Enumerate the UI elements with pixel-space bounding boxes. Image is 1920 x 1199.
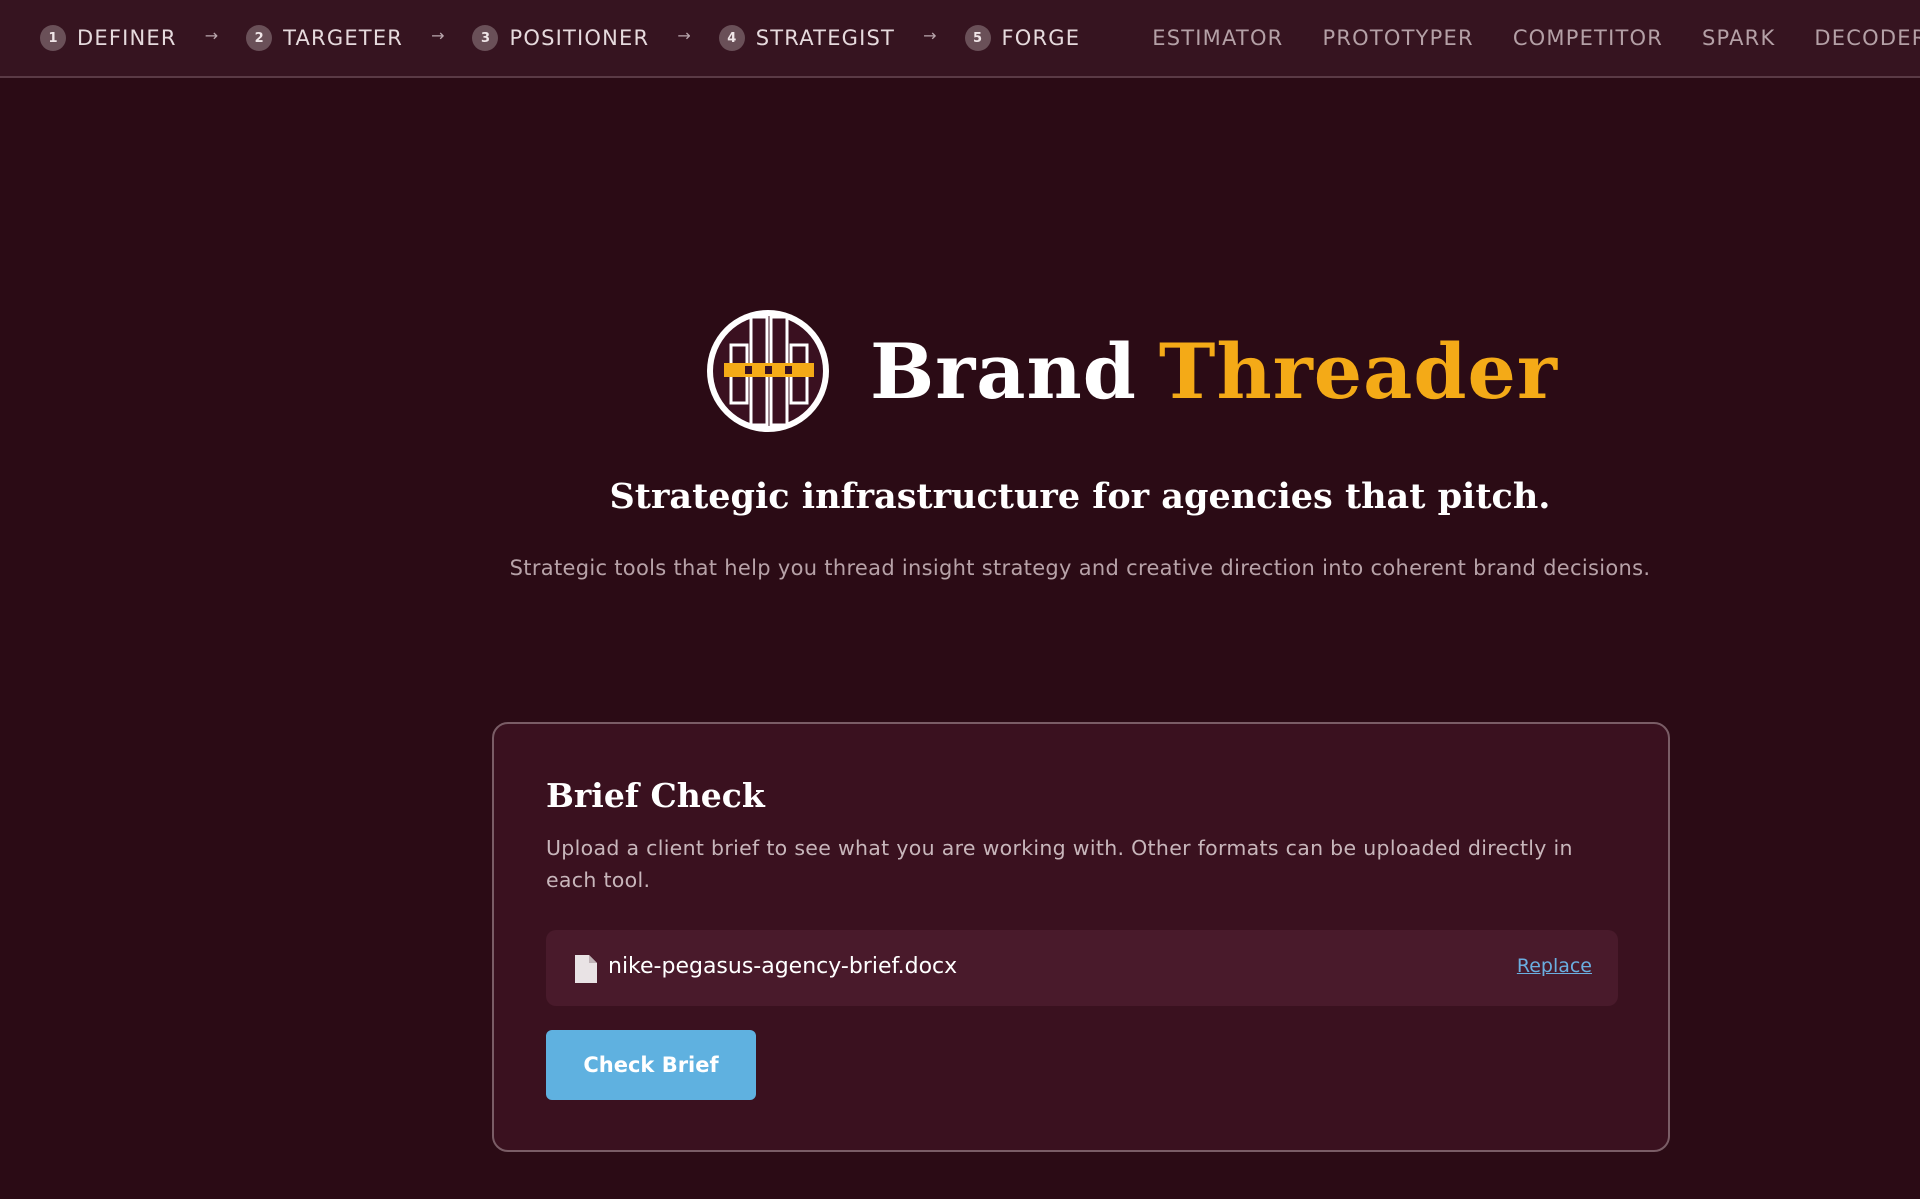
nav-step-label: STRATEGIST xyxy=(755,26,896,50)
nav-tool-estimator[interactable]: ESTIMATOR xyxy=(1152,26,1283,50)
nav-step-strategist[interactable]: 4 STRATEGIST xyxy=(718,25,896,51)
brand-threader-logo-icon xyxy=(707,310,829,432)
step-number-badge: 2 xyxy=(246,25,273,51)
uploaded-file-row: nike-pegasus-agency-brief.docx Replace xyxy=(546,930,1618,1006)
nav-step-definer[interactable]: 1 DEFINER xyxy=(40,25,177,51)
brand-lockup: Brand Threader xyxy=(706,309,1558,433)
brand-title: Brand Threader xyxy=(870,327,1558,416)
nav-step-label: DEFINER xyxy=(77,26,177,50)
step-number-badge: 5 xyxy=(964,25,991,51)
document-icon xyxy=(575,955,597,983)
nav-step-label: TARGETER xyxy=(283,26,404,50)
nav-step-positioner[interactable]: 3 POSITIONER xyxy=(472,25,649,51)
arrow-right-icon: → xyxy=(431,25,445,45)
hero-subline: Strategic tools that help you thread ins… xyxy=(509,556,1651,580)
step-number-badge: 4 xyxy=(718,25,745,51)
file-name: nike-pegasus-agency-brief.docx xyxy=(608,954,958,979)
brief-check-card: Brief Check Upload a client brief to see… xyxy=(492,722,1670,1152)
nav-step-forge[interactable]: 5 FORGE xyxy=(964,25,1081,51)
card-description: Upload a client brief to see what you ar… xyxy=(546,836,1573,892)
nav-step-label: POSITIONER xyxy=(509,26,650,50)
nav-tool-prototyper[interactable]: PROTOTYPER xyxy=(1322,26,1473,50)
arrow-right-icon: → xyxy=(923,25,937,45)
nav-tool-competitor[interactable]: COMPETITOR xyxy=(1513,26,1663,50)
replace-link[interactable]: Replace xyxy=(1517,955,1592,977)
card-title: Brief Check xyxy=(546,776,765,815)
step-number-badge: 3 xyxy=(472,25,499,51)
nav-step-targeter[interactable]: 2 TARGETER xyxy=(246,25,403,51)
check-brief-button[interactable]: Check Brief xyxy=(546,1030,756,1100)
brand-title-word-2: Threader xyxy=(1158,326,1558,416)
top-navigation: 1 DEFINER → 2 TARGETER → 3 POSITIONER → … xyxy=(0,0,1920,78)
step-number-badge: 1 xyxy=(40,25,66,51)
arrow-right-icon: → xyxy=(677,25,691,45)
hero-tagline: Strategic infrastructure for agencies th… xyxy=(609,476,1551,517)
nav-step-label: FORGE xyxy=(1001,26,1081,50)
arrow-right-icon: → xyxy=(204,25,219,45)
brand-title-word-1: Brand xyxy=(870,326,1137,416)
nav-tool-decoder[interactable]: DECODER xyxy=(1814,26,1920,50)
nav-tool-spark[interactable]: SPARK xyxy=(1702,26,1775,50)
